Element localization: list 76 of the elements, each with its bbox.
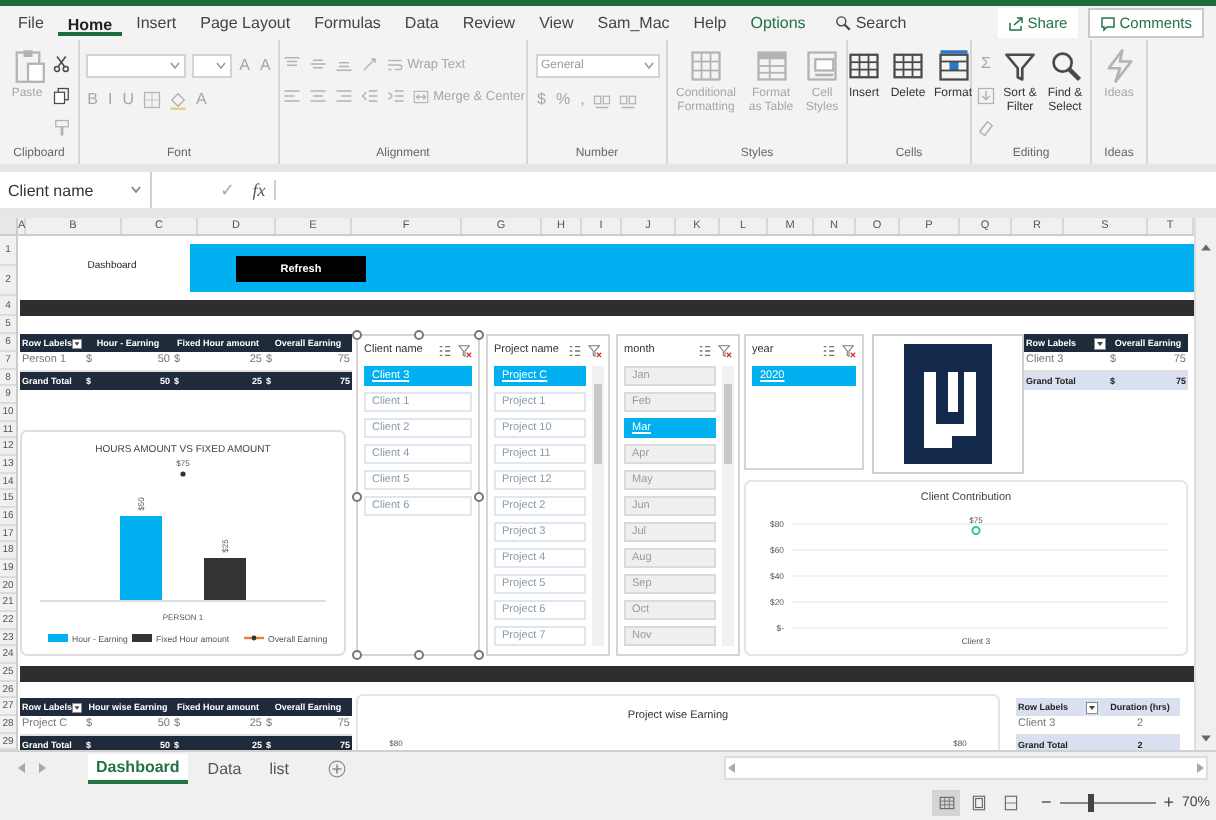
multi-select-icon[interactable] xyxy=(568,343,582,357)
scroll-up-icon[interactable] xyxy=(1200,242,1212,252)
table-icon xyxy=(753,48,789,84)
data-point xyxy=(180,471,186,477)
clear-filter-icon[interactable] xyxy=(842,343,856,357)
filter-dropdown-icon[interactable] xyxy=(72,701,82,713)
normal-view-icon xyxy=(937,793,956,811)
ribbon-tab[interactable]: Help xyxy=(683,8,737,38)
zoom-out-button[interactable]: − xyxy=(1040,792,1052,812)
share-icon xyxy=(1007,15,1024,31)
scrollbar[interactable] xyxy=(722,366,734,646)
multi-select-icon[interactable] xyxy=(822,343,836,357)
name-box[interactable]: Client name xyxy=(0,172,152,208)
resize-handle[interactable] xyxy=(352,650,362,660)
format-cells-icon xyxy=(935,48,971,84)
scroll-left-icon[interactable] xyxy=(726,762,736,774)
multi-select-icon[interactable] xyxy=(438,343,452,357)
add-sheet-icon[interactable] xyxy=(328,759,347,777)
filter-dropdown-icon[interactable] xyxy=(1094,337,1106,349)
scissors-icon[interactable] xyxy=(51,54,71,74)
legend-marker xyxy=(251,635,257,641)
scrollbar[interactable] xyxy=(1194,218,1216,750)
cell-styles-icon xyxy=(804,48,840,84)
ribbon-tab[interactable]: Home xyxy=(57,10,123,36)
clear-filter-icon[interactable] xyxy=(588,343,602,357)
sheet-tab[interactable]: Dashboard xyxy=(88,753,188,783)
ribbon-tab[interactable]: Insert xyxy=(126,8,187,38)
filter-dropdown-icon[interactable] xyxy=(72,337,82,349)
resize-handle[interactable] xyxy=(474,491,484,501)
scroll-right-icon[interactable] xyxy=(1196,762,1206,774)
copy-icon[interactable] xyxy=(51,86,71,106)
resize-handle[interactable] xyxy=(474,330,484,340)
resize-handle[interactable] xyxy=(352,330,362,340)
search-icon xyxy=(833,14,852,32)
page-layout-icon xyxy=(969,793,988,811)
lightning-icon xyxy=(1101,48,1137,84)
zoom-in-button[interactable]: + xyxy=(1163,792,1174,812)
view-button[interactable] xyxy=(932,789,961,815)
merge-icon xyxy=(411,87,430,105)
scrollbar[interactable] xyxy=(724,756,1208,780)
ribbon-tab[interactable]: File xyxy=(8,8,54,38)
wrap-text-icon xyxy=(385,55,404,73)
caret-icon xyxy=(169,62,180,70)
ribbon-tab[interactable]: Options xyxy=(740,8,816,38)
caret-icon xyxy=(215,62,226,70)
ribbon-tab[interactable]: Data xyxy=(394,8,449,38)
caret-icon xyxy=(130,186,142,194)
search-field[interactable]: Search xyxy=(855,14,907,32)
resize-handle[interactable] xyxy=(414,650,424,660)
ribbon-tab[interactable]: View xyxy=(529,8,584,38)
page-break-icon xyxy=(1001,793,1020,811)
sheet-tab[interactable]: list xyxy=(261,753,297,783)
resize-handle[interactable] xyxy=(352,491,362,501)
resize-handle[interactable] xyxy=(474,650,484,660)
resize-handle[interactable] xyxy=(414,330,424,340)
logo xyxy=(904,344,992,464)
clear-filter-icon[interactable] xyxy=(458,343,472,357)
insert-cells-icon xyxy=(846,48,882,84)
sort-filter-icon xyxy=(1002,48,1038,84)
ribbon-tab[interactable]: Review xyxy=(452,8,526,38)
slider-thumb[interactable] xyxy=(1087,793,1094,811)
multi-select-icon[interactable] xyxy=(698,343,712,357)
clear-filter-icon[interactable] xyxy=(718,343,732,357)
ribbon-tab[interactable]: Formulas xyxy=(304,8,391,38)
comment-icon xyxy=(1099,15,1116,31)
caret-icon xyxy=(643,62,653,70)
insert-function-button[interactable]: fx xyxy=(244,180,276,200)
filter-dropdown-icon[interactable] xyxy=(1086,701,1098,713)
search-icon xyxy=(1047,48,1083,84)
conditional-formatting-icon xyxy=(688,48,724,84)
scroll-down-icon[interactable] xyxy=(1200,734,1212,744)
ribbon-tab[interactable]: Sam_Mac xyxy=(587,8,680,38)
sheet-tab[interactable]: Data xyxy=(199,753,250,783)
delete-cells-icon xyxy=(890,48,926,84)
ribbon-tab[interactable]: Page Layout xyxy=(190,8,301,38)
scrollbar[interactable] xyxy=(592,366,604,646)
